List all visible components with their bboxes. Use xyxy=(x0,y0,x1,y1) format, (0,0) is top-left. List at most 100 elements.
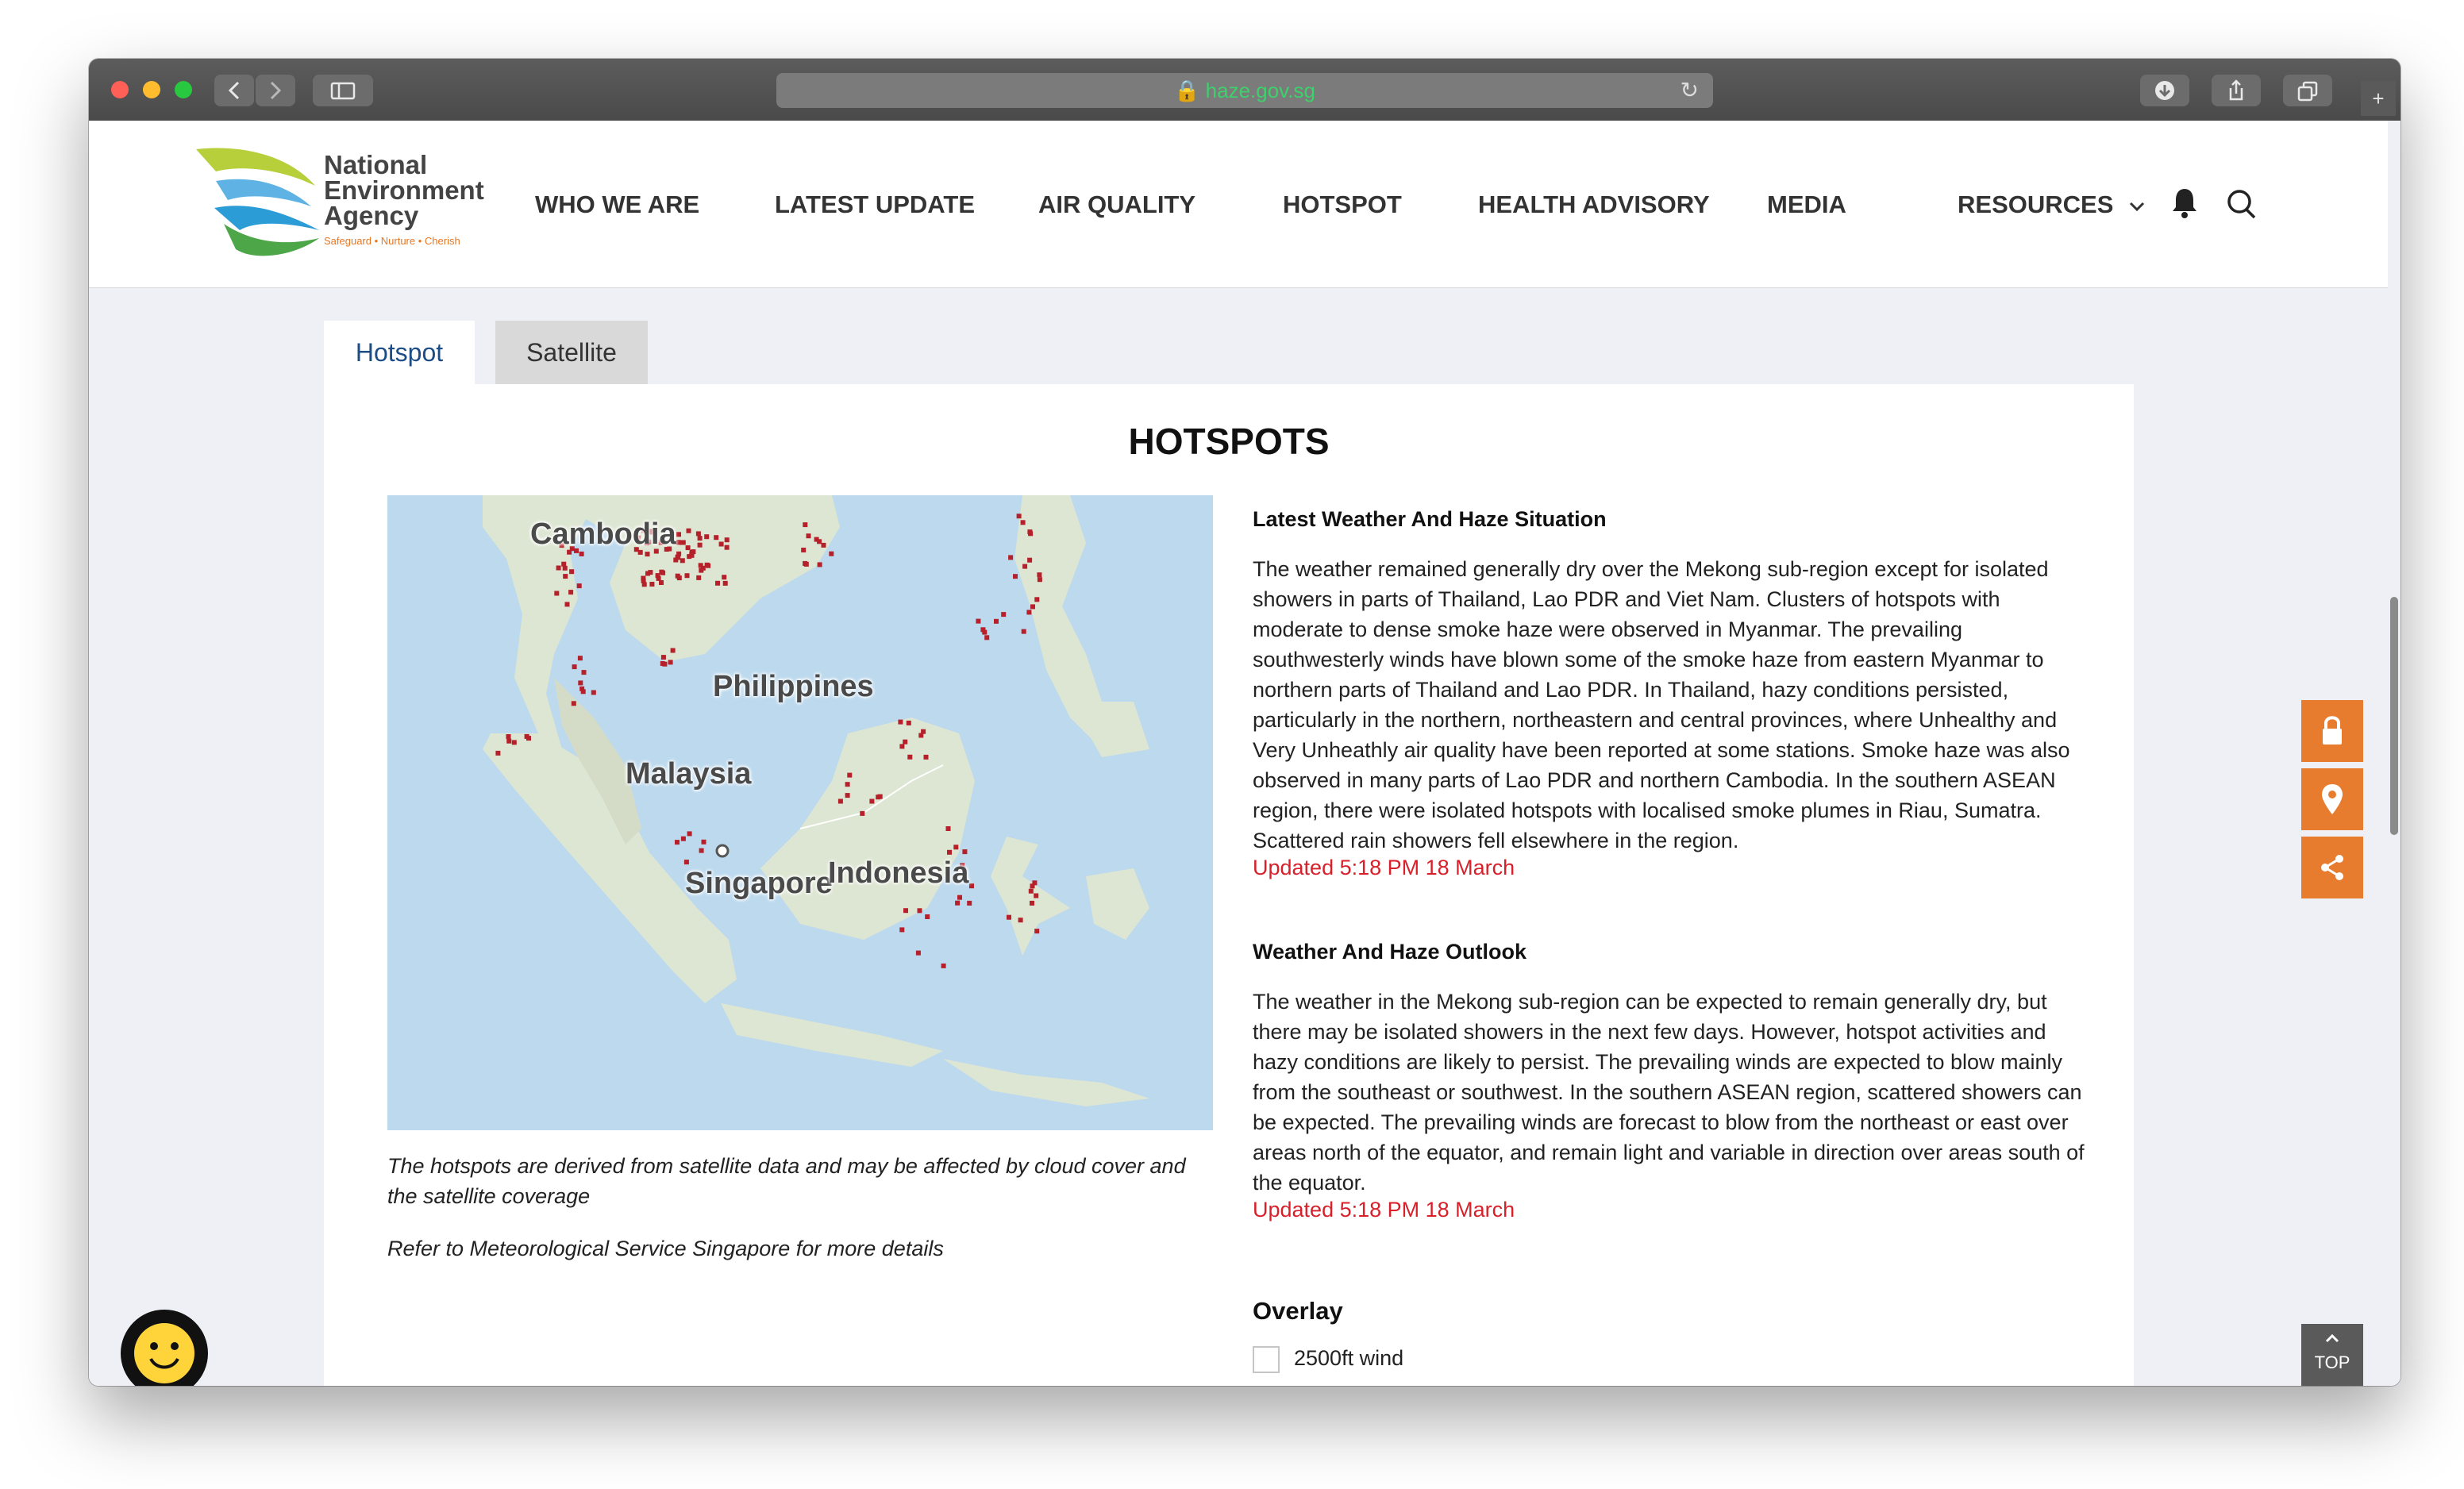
wind-overlay-label[interactable]: 2500ft wind xyxy=(1294,1346,1403,1371)
forward-button[interactable] xyxy=(256,75,295,106)
hotspot-marker xyxy=(899,744,905,749)
url-text: haze.gov.sg xyxy=(1205,79,1315,102)
web-page: National Environment Agency Safeguard • … xyxy=(89,121,2400,1386)
hotspot-marker xyxy=(1030,883,1035,889)
hotspot-marker xyxy=(957,895,962,900)
back-to-top-button[interactable]: TOP xyxy=(2301,1324,2363,1386)
hotspot-marker xyxy=(562,565,568,571)
hotspot-marker xyxy=(678,540,683,545)
search-icon[interactable] xyxy=(2224,186,2259,225)
hotspot-marker xyxy=(660,655,666,660)
hotspot-marker xyxy=(1027,557,1033,563)
sidebar-icon xyxy=(330,82,356,100)
hotspot-marker xyxy=(1034,893,1039,898)
nav-latest-update[interactable]: LATEST UPDATE xyxy=(775,190,975,219)
nav-media[interactable]: MEDIA xyxy=(1767,190,1846,219)
nav-air-quality[interactable]: AIR QUALITY xyxy=(1038,190,1195,219)
bell-icon[interactable] xyxy=(2169,186,2200,225)
hotspot-marker xyxy=(955,900,961,906)
java-land xyxy=(721,1003,943,1067)
hotspot-marker xyxy=(675,840,680,845)
hotspot-panel: HOTSPOTS Cambodia Philippines Malaysia S… xyxy=(324,384,2134,1386)
lock-button[interactable] xyxy=(2301,700,2363,762)
nea-logo-mark xyxy=(196,148,319,256)
scrollbar-thumb[interactable] xyxy=(2390,597,2398,835)
map-label-singapore: Singapore xyxy=(685,867,833,900)
nav-health-advisory[interactable]: HEALTH ADVISORY xyxy=(1478,190,1710,219)
hotspot-marker xyxy=(696,575,702,580)
hotspot-marker xyxy=(953,845,959,850)
nav-who-we-are[interactable]: WHO WE ARE xyxy=(535,190,699,219)
hotspot-marker xyxy=(697,536,703,541)
hotspot-marker xyxy=(572,664,577,670)
hotspot-marker xyxy=(645,571,650,576)
hotspot-marker xyxy=(906,720,911,725)
nav-resources-label: RESOURCES xyxy=(1958,190,2114,218)
hotspot-marker xyxy=(1013,574,1018,579)
map-label-philippines: Philippines xyxy=(713,670,874,703)
hotspot-marker xyxy=(685,545,691,551)
nav-hotspot[interactable]: HOTSPOT xyxy=(1283,190,1402,219)
hotspot-marker xyxy=(1030,900,1034,906)
outlook-text: The weather in the Mekong sub-region can… xyxy=(1253,990,2085,1195)
share-page-button[interactable] xyxy=(2301,837,2363,898)
hotspot-marker xyxy=(803,561,809,567)
chevron-down-icon xyxy=(2129,202,2145,211)
hotspot-marker xyxy=(687,831,692,837)
location-button[interactable] xyxy=(2301,768,2363,830)
hotspot-marker xyxy=(524,733,529,739)
tabs-overview-button[interactable] xyxy=(2283,75,2332,106)
hotspot-marker xyxy=(569,569,575,575)
nav-resources[interactable]: RESOURCES xyxy=(1958,190,2149,219)
smiley-icon xyxy=(134,1323,194,1383)
tab-hotspot[interactable]: Hotspot xyxy=(324,321,475,384)
hotspot-marker xyxy=(561,561,567,567)
hotspot-marker xyxy=(718,541,724,547)
hotspot-marker xyxy=(923,754,929,760)
hotspot-marker xyxy=(860,810,865,816)
nea-logo[interactable]: National Environment Agency Safeguard • … xyxy=(192,144,494,260)
address-bar[interactable]: 🔒 haze.gov.sg ↻ xyxy=(776,73,1713,108)
hotspot-marker xyxy=(976,618,981,624)
feedback-widget[interactable] xyxy=(121,1310,208,1386)
map-label-malaysia: Malaysia xyxy=(626,757,752,791)
sidebar-button[interactable] xyxy=(313,75,373,106)
hotspot-marker xyxy=(700,565,706,571)
share-button[interactable] xyxy=(2212,75,2261,106)
hotspot-marker xyxy=(869,798,875,804)
new-tab-button[interactable]: + xyxy=(2361,81,2396,116)
hotspot-marker xyxy=(899,927,905,933)
hotspot-marker xyxy=(563,574,568,579)
close-window-button[interactable] xyxy=(111,81,129,98)
minimize-window-button[interactable] xyxy=(143,81,160,98)
map-reference-note: Refer to Meteorological Service Singapor… xyxy=(387,1237,944,1260)
wind-overlay-checkbox[interactable] xyxy=(1253,1346,1280,1373)
outlook-title: Weather And Haze Outlook xyxy=(1253,940,1527,964)
share-icon xyxy=(2229,79,2243,101)
hotspot-marker xyxy=(1030,604,1035,610)
hotspot-map[interactable]: Cambodia Philippines Malaysia Singapore … xyxy=(387,495,1213,1130)
reload-icon[interactable]: ↻ xyxy=(1681,73,1699,108)
hotspot-marker xyxy=(801,548,807,552)
hotspot-marker xyxy=(684,573,690,579)
zoom-window-button[interactable] xyxy=(175,81,192,98)
tab-satellite[interactable]: Satellite xyxy=(495,321,648,384)
hotspot-marker xyxy=(845,793,850,798)
logo-line-1: National xyxy=(324,150,428,179)
back-button[interactable] xyxy=(214,75,254,106)
hotspot-marker xyxy=(578,680,583,686)
chevron-right-icon xyxy=(270,81,282,100)
hotspot-marker xyxy=(714,535,719,541)
hotspot-marker xyxy=(1037,577,1042,583)
overlay-section: Overlay xyxy=(1253,1297,2094,1325)
hotspot-marker xyxy=(699,848,704,853)
download-button[interactable] xyxy=(2140,75,2189,106)
hotspot-marker xyxy=(917,908,922,914)
hotspot-marker xyxy=(821,542,826,548)
hotspot-marker xyxy=(645,552,650,557)
logo-tagline: Safeguard • Nurture • Cherish xyxy=(324,235,460,247)
page-scrollbar[interactable] xyxy=(2388,289,2400,1386)
hotspot-marker xyxy=(649,582,655,587)
download-icon xyxy=(2155,81,2174,100)
borneo-land xyxy=(760,718,975,940)
